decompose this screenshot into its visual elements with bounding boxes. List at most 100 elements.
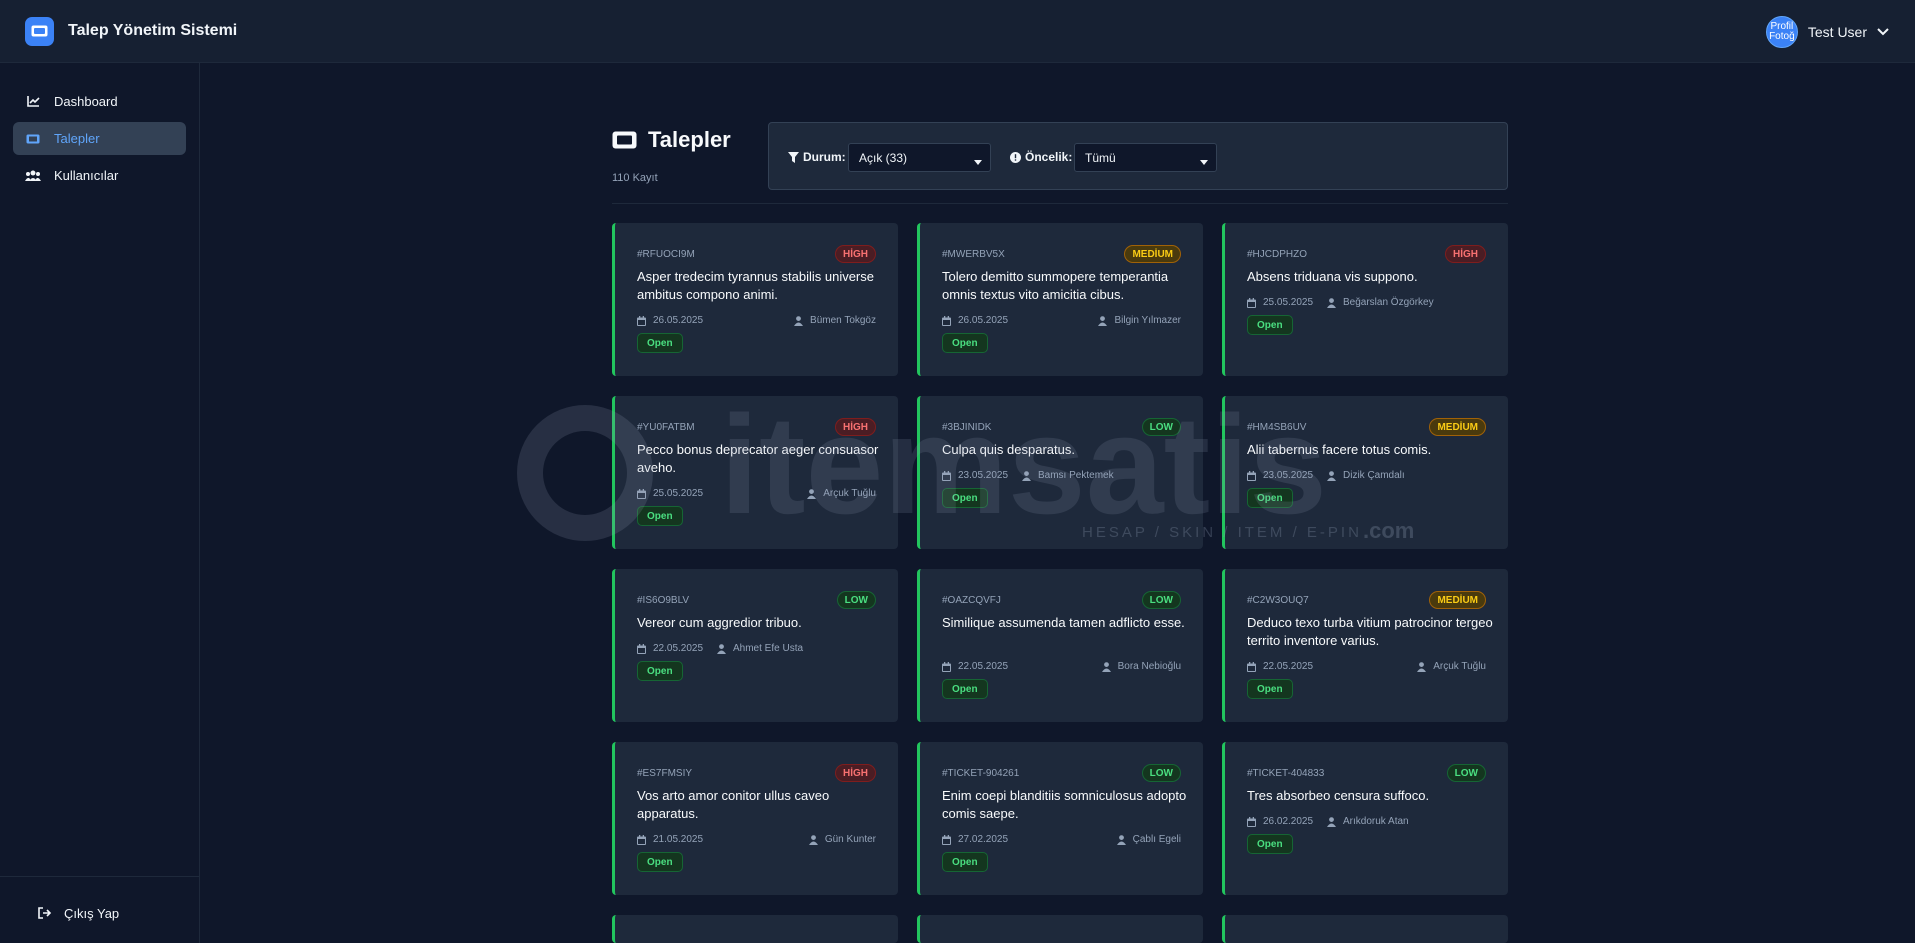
ticket-card[interactable]: #HM4SB6UV MEDİUM Alii tabernus facere totu… [1222,396,1508,549]
brand[interactable]: Talep Yönetim Sistemi [25,16,237,46]
ticket-card[interactable]: #TICKET-404833 LOW Tres absorbeo censura s… [1222,742,1508,895]
ticket-title[interactable]: Tres absorbeo censura suffoco. [1247,787,1497,805]
ticket-title[interactable]: Enim coepi blanditiis somniculosus adopt… [942,787,1192,823]
user-menu[interactable]: Profil Fotoğ Test User [1765,0,1889,63]
filter-panel: Durum: Açık (33) Öncelik: Tümü [768,122,1508,190]
ticket-date: 23.05.2025 [1247,470,1313,481]
logout-button[interactable]: Çıkış Yap [38,898,119,928]
ticket-title[interactable]: Deduco texo turba vitium patrocinor terg… [1247,614,1497,650]
ticket-title[interactable]: Culpa quis desparatus. [942,441,1192,459]
ticket-date: 22.05.2025 [637,643,703,654]
status-badge: Open [942,488,988,508]
ticket-card[interactable]: #OAZCQVFJ LOW Similique assumenda tamen ad… [917,569,1203,722]
ticket-id: #TICKET-404833 [1247,768,1325,779]
logout-label: Çıkış Yap [64,905,120,921]
status-select[interactable]: Açık (33) [848,143,991,172]
ticket-title[interactable]: Pecco bonus deprecator aeger consuasor a… [637,441,887,477]
status-badge: Open [942,679,988,699]
priority-select[interactable]: Tümü [1074,143,1217,172]
ticket-id: #YU0FATBM [637,422,695,433]
sidebar-item-dashboard[interactable]: Dashboard [13,85,186,118]
user-name[interactable]: Test User [1808,24,1867,40]
priority-badge: MEDİUM [1429,591,1486,609]
ticket-date: 21.05.2025 [637,834,703,845]
ticket-user: Beğarslan Özgörkey [1327,297,1434,308]
ticket-title[interactable]: Vereor cum aggredior tribuo. [637,614,887,632]
ticket-id: #TICKET-904261 [942,768,1020,779]
ticket-card[interactable]: #ES7FMSIY HİGH Vos arto amor conitor ullus… [612,742,898,895]
ticket-card-partial[interactable] [1222,915,1508,943]
sidebar-item-talepler[interactable]: Talepler [13,122,186,155]
ticket-card[interactable]: #YU0FATBM HİGH Pecco bonus deprecator aege… [612,396,898,549]
ticket-date: 25.05.2025 [637,488,703,499]
priority-badge: HİGH [835,418,876,436]
ticket-card[interactable]: #HJCDPHZO HİGH Absens triduana vis suppono… [1222,223,1508,376]
ticket-date: 26.02.2025 [1247,816,1313,827]
ticket-title[interactable]: Vos arto amor conitor ullus caveo appara… [637,787,887,823]
caret-down-icon [1200,154,1208,168]
ticket-icon [24,134,42,144]
user-icon [717,643,726,654]
ticket-user: Bamsı Pektemek [1022,470,1114,481]
user-icon [1417,661,1427,672]
calendar-icon [637,643,646,654]
ticket-date: 25.05.2025 [1247,297,1313,308]
calendar-icon [942,661,951,672]
ticket-user: Bilgin Yılmazer [1098,315,1181,326]
ticket-date: 22.05.2025 [942,661,1008,672]
ticket-title[interactable]: Asper tredecim tyrannus stabilis univers… [637,268,887,304]
ticket-card-partial[interactable] [612,915,898,943]
ticket-id: #C2W3OUQ7 [1247,595,1309,606]
priority-badge: HİGH [1445,245,1486,263]
ticket-id: #HJCDPHZO [1247,249,1308,260]
ticket-user: Bora Nebioğlu [1101,661,1181,672]
ticket-card[interactable]: #IS6O9BLV LOW Vereor cum aggredior tribuo.… [612,569,898,722]
users-icon [24,170,42,181]
ticket-card[interactable]: #MWERBV5X MEDİUM Tolero demitto summopere … [917,223,1203,376]
info-circle-icon [1010,151,1021,163]
chevron-down-icon[interactable] [1877,27,1889,36]
calendar-icon [637,315,646,326]
user-icon [1022,470,1031,481]
ticket-card[interactable]: #3BJINIDK LOW Culpa quis desparatus. 23.05.… [917,396,1203,549]
top-bar: Talep Yönetim Sistemi Profil Fotoğ Test … [0,0,1915,63]
priority-badge: MEDİUM [1124,245,1181,263]
ticket-title[interactable]: Alii tabernus facere totus comis. [1247,441,1497,459]
ticket-title[interactable]: Absens triduana vis suppono. [1247,268,1497,286]
status-badge: Open [1247,315,1293,335]
ticket-id: #OAZCQVFJ [942,595,1001,606]
priority-badge: LOW [1446,764,1486,782]
ticket-user: Dizik Çamdalı [1327,470,1405,481]
priority-badge: LOW [1141,418,1181,436]
ticket-id: #IS6O9BLV [637,595,690,606]
page-title-text: Talepler [648,127,731,152]
priority-badge: LOW [1141,591,1181,609]
avatar[interactable]: Profil Fotoğ [1765,15,1798,48]
sidebar-item-label: Dashboard [54,94,118,109]
ticket-card[interactable]: #TICKET-904261 LOW Enim coepi blanditiis s… [917,742,1203,895]
filter-icon [788,151,799,163]
sidebar-divider [0,876,199,877]
calendar-icon [942,834,951,845]
ticket-title[interactable]: Similique assumenda tamen adflicto esse. [942,614,1192,632]
ticket-date: 26.05.2025 [942,315,1008,326]
ticket-user: Bümen Tokgöz [794,315,876,326]
calendar-icon [1247,661,1256,672]
ticket-card[interactable]: #C2W3OUQ7 MEDİUM Deduco texo turba vitium … [1222,569,1508,722]
ticket-date: 23.05.2025 [942,470,1008,481]
ticket-title[interactable]: Tolero demitto summopere temperantia omn… [942,268,1192,304]
ticket-user: Arçuk Tuğlu [807,488,876,499]
priority-badge: HİGH [835,245,876,263]
ticket-card[interactable]: #RFUOCI9M HİGH Asper tredecim tyrannus sta… [612,223,898,376]
ticket-card-partial[interactable] [917,915,1203,943]
ticket-id: #RFUOCI9M [637,249,695,260]
user-icon [1327,470,1336,481]
sidebar-item-kullanicilar[interactable]: Kullanıcılar [13,159,186,192]
page-header: Talepler 110 Kayıt Durum: Açık (33) Önce… [612,122,1508,204]
ticket-user: Arçuk Tuğlu [1417,661,1486,672]
ticket-id: #HM4SB6UV [1247,422,1307,433]
status-badge: Open [942,852,988,872]
ticket-icon [612,131,637,149]
ticket-icon [25,16,54,46]
status-badge: Open [1247,834,1293,854]
